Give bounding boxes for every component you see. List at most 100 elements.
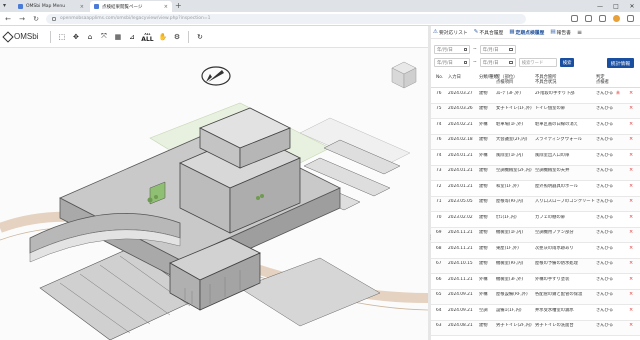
table-row[interactable]: 75 2024.03.26 建物 女子トイレ(1F,外) トイレ個室の扉 きんびる × [431,103,640,119]
col-type: 分類/種類 [479,75,498,80]
delete-row-icon[interactable]: × [629,308,636,313]
table-row[interactable]: 67 2024.10.15 建物 機械室(RF,内) 屋根の予備の防水処理 きんびる × [431,258,640,274]
minimize-button[interactable]: — [592,0,608,12]
cell-no: 72 [436,183,442,189]
section-tool-icon[interactable]: ▦ [111,30,124,43]
date-to-field[interactable]: 年/月/日 [479,45,516,54]
cell-no: 75 [436,106,442,111]
delete-row-icon[interactable]: × [629,184,636,189]
search-button[interactable]: 検索 [559,58,575,67]
tab-title: 点検結果閲覧ページ [102,4,143,10]
delete-row-icon[interactable]: × [629,215,636,220]
select-tool-icon[interactable]: ⬚ [55,30,68,43]
cell-inspector: きんびる [596,183,614,189]
home-view-icon[interactable]: ⌂ [83,30,96,43]
table-row[interactable]: 76 2024.03.27 建物 ｽﾛｰﾌﾟ(3F,外) 2F階段の手すり下部 きんびる未… [431,88,640,104]
close-tab-icon[interactable]: × [164,4,168,10]
model-viewport[interactable] [0,48,428,340]
browser-tab-1[interactable]: OMSbi Map Menu × [14,1,88,12]
table-row[interactable]: 71 2023.05.05 建物 屋根等(RF,内) 入り口スロープのコンクリート きんび… [431,196,640,212]
cell-no: 67 [436,261,442,266]
back-icon[interactable]: ← [4,15,12,23]
measure-tool-icon[interactable]: ⊿ [125,30,138,43]
cell-description: 屋根の予備の防水処理 [535,261,578,266]
favicon-icon [18,4,23,9]
hamburger-icon: ≡ [576,28,582,36]
new-tab-button[interactable]: + [175,1,182,11]
cell-location: 機械室(3F,外) [496,276,524,282]
table-row[interactable]: 74 2024.01.21 外構 風除室(1F,内) 風除室出入口の扉 きんびる × [431,150,640,166]
date-from-field[interactable]: 年/月/日 [434,45,470,54]
fit-view-icon[interactable]: ⤧ [97,30,110,43]
show-all-button[interactable]: ALL ALL [139,30,155,43]
delete-row-icon[interactable]: × [629,153,636,158]
panel-menu-button[interactable]: ≡ [577,29,582,36]
cell-inspector: きんびる [596,245,614,251]
cell-date: 2024.11.21 [448,245,473,251]
refresh-icon[interactable]: ↻ [193,30,206,43]
tab-label: 定期点検履歴 [515,30,545,36]
panel-tabs: ⚠ 要対応リスト ✎ 不具合履歴 ▦ 定期点検履歴 ▤ 報告書 ≡ [431,26,640,39]
delete-row-icon[interactable]: × [629,277,636,282]
tab-action-list[interactable]: ⚠ 要対応リスト [433,29,468,36]
cell-location: 女子トイレ(1F,外) [496,106,532,111]
extensions-icon[interactable] [585,15,592,22]
browser-tab-2[interactable]: 点検結果閲覧ページ × [90,1,172,12]
date-to2-field[interactable]: 年/月/日 [479,58,516,67]
table-row[interactable]: 65 2024.09.21 外構 屋根設備(RF,外) 各配管の錆と配管の保温 きんびる × [431,289,640,305]
tab-defect-history[interactable]: ✎ 不具合履歴 [474,29,504,36]
tab-report[interactable]: ▤ 報告書 [550,29,571,36]
cell-inspector: きんびる [596,261,614,266]
pan-tool-icon[interactable]: ✥ [69,30,82,43]
close-tab-icon[interactable]: × [80,4,84,10]
cell-no: 71 [436,199,442,204]
bookmark-icon[interactable] [571,15,578,22]
tab-inspection-history[interactable]: ▦ 定期点検履歴 [509,29,544,36]
delete-row-icon[interactable]: × [629,292,636,297]
reload-icon[interactable]: ↻ [32,15,40,23]
delete-row-icon[interactable]: × [629,168,636,173]
maximize-button[interactable]: □ [608,0,624,12]
cell-description: 井水受水槽室の漏水 [535,307,574,313]
logo-mark-icon [2,30,14,43]
cell-location: 東屋(1F,外) [496,245,519,251]
delete-row-icon[interactable]: × [629,199,636,204]
keyword-input[interactable]: 検索ワード [518,58,557,67]
delete-row-icon[interactable]: × [629,261,636,266]
delete-row-icon[interactable]: × [629,246,636,251]
lock-icon [52,16,56,21]
table-row[interactable]: 66 2024.11.21 外構 機械室(3F,外) 外構の手すり塗装 きんびる × [431,274,640,290]
delete-row-icon[interactable]: × [629,230,636,235]
delete-row-icon[interactable]: × [629,106,636,111]
settings-icon[interactable]: ⚙ [170,30,183,43]
delete-row-icon[interactable]: × [629,323,636,328]
logo-text: OMSbi [14,32,39,41]
warning-icon: ⚠ [433,29,438,35]
cell-type: 建物 [479,137,488,142]
url-field[interactable]: openmobsaapplims.com/omsbi/legacyview/vi… [46,13,526,24]
tab-label: 報告書 [556,30,571,36]
table-row[interactable]: 73 2024.01.21 建物 空調機械室(2F,内) 空調機械室の天井 きんびる × [431,165,640,181]
delete-row-icon[interactable]: × [629,122,636,127]
table-row[interactable]: 68 2024.11.21 建物 東屋(1F,外) 次亜灰の雨水跡あり きんびる × [431,243,640,259]
table-row[interactable]: 70 2023.02.02 建物 ｶﾌｪ(1F,内) カフェの棚の扉 きんびる × [431,212,640,228]
table-row[interactable]: 72 2024.01.21 建物 和室(1F,外) 屋外照明器具のポール きんびる × [431,181,640,197]
tab-label: 不具合履歴 [479,30,504,36]
table-row[interactable]: 74 2024.02.21 外構 駐車場(1F,外) 駐車区画の白線の消え きんびる × [431,119,640,135]
downloads-icon[interactable] [599,15,606,22]
date-from2-field[interactable]: 年/月/日 [434,58,470,67]
delete-row-icon[interactable]: × [629,91,636,96]
profile-avatar[interactable] [613,15,620,22]
stats-button[interactable]: 統計情報 [606,58,634,68]
table-row[interactable]: 64 2024.09.21 空調 設備1(1F,内) 井水受水槽室の漏水 きんびる × [431,305,640,321]
delete-row-icon[interactable]: × [629,137,636,142]
forward-icon[interactable]: → [18,15,26,23]
browser-menu-icon[interactable] [627,15,634,22]
close-window-button[interactable]: ✕ [624,0,640,12]
hand-tool-icon[interactable]: ✋ [156,30,169,43]
table-row[interactable]: 76 2024.02.18 建物 大会議室(2F,内) スライディングウォール きんびる × [431,134,640,150]
table-row[interactable]: 69 2024.11.21 建物 機械室(1F,内) 空調機用ファン部分 きんびる × [431,227,640,243]
tab-list-icon[interactable]: ▾ [3,2,6,9]
table-row[interactable]: 63 2024.08.21 建物 男子トイレ(2F,内) 男子トイレの洗面台 きんびる × [431,320,640,336]
cell-no: 65 [436,292,442,297]
